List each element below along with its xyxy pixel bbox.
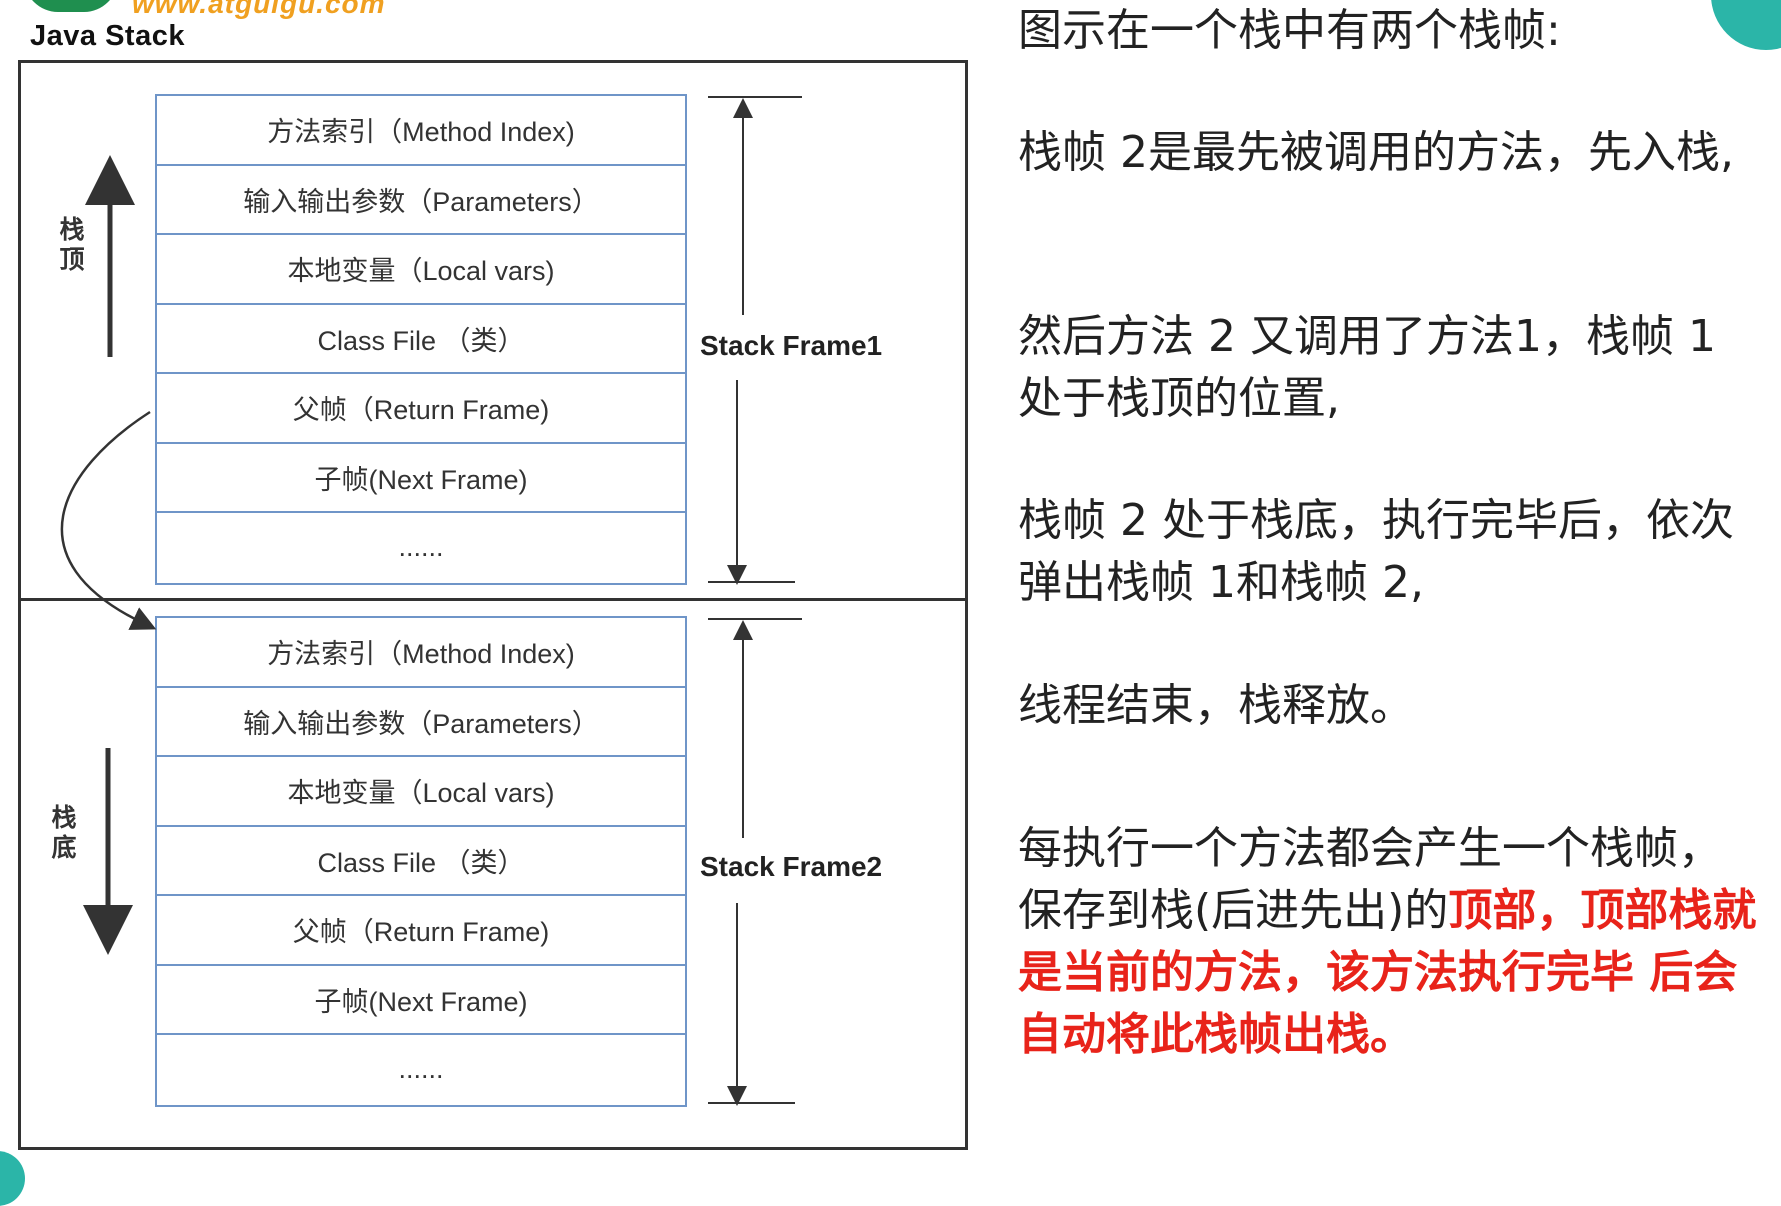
explanation-p5: 线程结束，栈释放。 <box>1018 680 1414 731</box>
explanation-p3: 然后方法 2 又调用了方法1，栈帧 1处于栈顶的位置, <box>1018 311 1716 424</box>
explanation-p6: 每执行一个方法都会产生一个栈帧，保存到栈(后进先出)的顶部，顶部栈就是当前的方法… <box>1018 818 1758 1066</box>
explanation-p4: 栈帧 2 处于栈底，执行完毕后，依次弹出栈帧 1和栈帧 2, <box>1018 495 1734 608</box>
explanation-p1: 图示在一个栈中有两个栈帧: <box>1018 5 1561 56</box>
explanation-p2: 栈帧 2是最先被调用的方法，先入栈, <box>1018 127 1734 178</box>
return-frame-curve-arrow <box>60 410 157 630</box>
